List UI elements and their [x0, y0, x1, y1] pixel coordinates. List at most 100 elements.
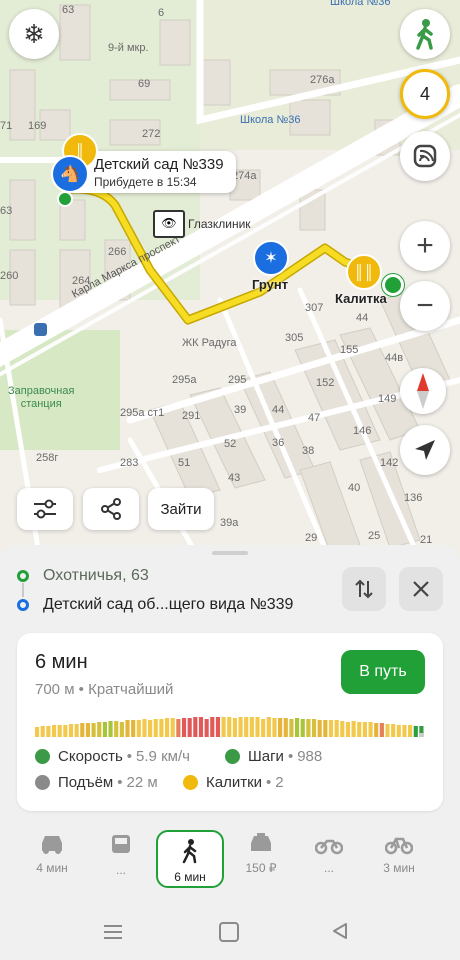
house-number-label: 39а — [220, 517, 239, 529]
speed-value: 5.9 км/ч — [136, 748, 190, 765]
house-number-label: 142 — [380, 457, 399, 469]
profile-bar — [391, 724, 396, 737]
profile-bar — [221, 717, 226, 737]
go-button[interactable]: В путь — [341, 650, 425, 694]
swap-button[interactable] — [342, 567, 386, 611]
enter-button[interactable]: Зайти — [148, 488, 214, 530]
compass-icon — [417, 373, 429, 409]
profile-bar — [74, 724, 79, 737]
close-button[interactable] — [399, 567, 443, 611]
profile-bar — [46, 726, 51, 737]
mode-taxi[interactable]: 150 ₽ — [226, 833, 296, 889]
house-number-label: 38 — [302, 445, 315, 457]
house-number-label: 40 — [348, 482, 361, 494]
house-number-label: 6 — [158, 7, 165, 19]
mode-car[interactable]: 4 мин — [17, 833, 87, 889]
map-view[interactable]: 9-й мкр. Школа №36 Школа №36 Карла Маркс… — [0, 0, 460, 560]
mode-walk-label: 6 мин — [174, 870, 206, 884]
compass-button[interactable] — [400, 368, 446, 414]
drag-handle[interactable] — [212, 551, 248, 555]
profile-bar — [278, 718, 283, 737]
house-number-label: 52 — [224, 438, 237, 450]
mode-scooter[interactable]: ... — [294, 833, 364, 889]
profile-bar — [351, 721, 356, 737]
signal-button[interactable] — [400, 131, 450, 181]
home-nav-icon[interactable] — [219, 922, 239, 942]
sliders-icon — [34, 499, 56, 519]
share-button[interactable] — [83, 488, 139, 530]
walk-mode-button[interactable] — [400, 9, 450, 59]
profile-bar — [35, 727, 40, 737]
steps-value: 988 — [297, 748, 323, 765]
profile-bar — [165, 718, 170, 737]
car-icon — [42, 836, 62, 854]
zhk-label: ЖК Радуга — [182, 337, 237, 349]
speed-stat: Скорость • 5.9 км/ч — [35, 748, 190, 765]
profile-bar — [153, 719, 158, 737]
speed-label: Скорость — [58, 748, 123, 765]
eye-icon[interactable]: 👁 — [153, 210, 185, 238]
mode-walk[interactable]: 6 мин — [156, 830, 224, 888]
profile-bar — [255, 717, 260, 737]
house-number-label: 146 — [353, 425, 372, 437]
house-number-label: 71 — [0, 120, 13, 132]
house-number-label: 39 — [234, 404, 247, 416]
profile-bar — [142, 719, 147, 737]
mode-bicycle[interactable]: 3 мин — [364, 833, 434, 889]
profile-bar — [396, 725, 401, 737]
house-number-label: 36 — [272, 437, 285, 449]
route-card[interactable]: 6 мин 700 м • Кратчайший В путь Скорость… — [17, 633, 443, 811]
menu-nav-icon[interactable] — [104, 923, 122, 939]
gates-label: Калитки — [206, 774, 263, 791]
zoom-out-button[interactable]: − — [400, 281, 450, 331]
profile-bar — [261, 719, 266, 737]
filters-button[interactable] — [17, 488, 73, 530]
profile-bar — [193, 717, 198, 737]
taxi-icon — [251, 833, 271, 851]
gas-station-label: Заправочная станция — [8, 385, 75, 410]
clinic-label: Глазклиник — [188, 217, 251, 231]
profile-bar — [57, 725, 62, 737]
snowflake-button[interactable]: ❄ — [9, 9, 59, 59]
destination-field[interactable]: Детский сад об...щего вида №339 — [43, 596, 293, 614]
mode-taxi-label: 150 ₽ — [245, 861, 277, 875]
profile-bar — [63, 725, 68, 737]
house-number-label: 63 — [62, 4, 75, 16]
route-time: 6 мин — [35, 651, 88, 673]
profile-bar — [334, 720, 339, 737]
gate-marker-icon[interactable]: ║║ — [346, 254, 382, 290]
ascent-label: Подъём — [58, 774, 114, 791]
mode-bus[interactable]: ... — [86, 833, 156, 889]
profile-bar — [125, 720, 130, 737]
profile-bar — [317, 720, 322, 737]
house-number-label: 295а — [172, 374, 197, 386]
locate-button[interactable] — [400, 425, 450, 475]
profile-bar — [379, 723, 384, 737]
kindergarten-pin-icon[interactable]: 🐴 — [51, 155, 89, 193]
walking-person-icon — [182, 839, 197, 864]
plus-icon: + — [416, 229, 434, 262]
profile-bar — [148, 720, 153, 737]
house-number-label: 29 — [305, 532, 318, 544]
gates-stat: Калитки • 2 — [183, 774, 284, 791]
zoom-in-button[interactable]: + — [400, 221, 450, 271]
mode-car-label: 4 мин — [36, 861, 68, 875]
profile-bar — [340, 721, 345, 737]
elevation-profile — [35, 717, 424, 737]
profile-bar — [300, 719, 305, 737]
profile-bar — [266, 717, 271, 737]
terrain-marker-icon[interactable]: ✶ — [253, 240, 289, 276]
profile-bar — [215, 717, 221, 737]
profile-bar — [97, 722, 102, 737]
route-connector — [22, 583, 24, 597]
house-number-label: 136 — [404, 492, 423, 504]
back-nav-icon[interactable] — [331, 922, 349, 940]
school-label: Школа №36 — [240, 114, 301, 126]
origin-field[interactable]: Охотничья, 63 — [43, 567, 149, 585]
kalitka-label: Калитка — [335, 291, 387, 306]
profile-bar — [244, 717, 249, 737]
ascent-value: 22 м — [126, 774, 158, 791]
ascent-arrow-icon — [35, 775, 50, 790]
layers-count-button[interactable]: 4 — [400, 69, 450, 119]
bus-stop-icon[interactable] — [34, 323, 47, 336]
